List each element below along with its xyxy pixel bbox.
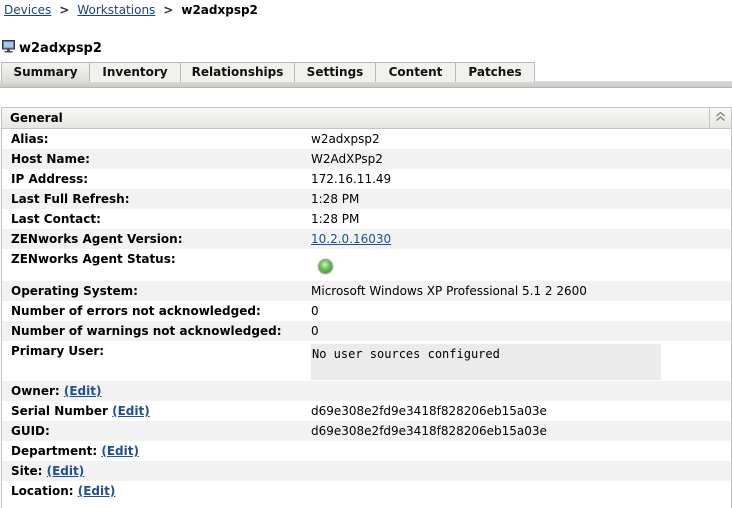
- primary-user-field: No user sources configured: [311, 344, 661, 380]
- row-last-contact: Last Contact: 1:28 PM: [2, 209, 731, 229]
- tab-patches[interactable]: Patches: [455, 62, 535, 82]
- tab-content[interactable]: Content: [375, 62, 456, 82]
- site-edit-link[interactable]: (Edit): [47, 464, 85, 478]
- agent-status-label: ZENworks Agent Status:: [11, 252, 176, 266]
- tab-relationships[interactable]: Relationships: [180, 62, 295, 82]
- agent-version-link[interactable]: 10.2.0.16030: [311, 229, 391, 249]
- tab-summary[interactable]: Summary: [1, 62, 90, 82]
- ip-address-label: IP Address:: [11, 172, 89, 186]
- row-warnings: Number of warnings not acknowledged: 0: [2, 321, 731, 341]
- department-label-text: Department:: [11, 444, 98, 458]
- warnings-label: Number of warnings not acknowledged:: [11, 324, 282, 338]
- workstation-icon: [2, 40, 15, 53]
- breadcrumb-workstations[interactable]: Workstations: [77, 3, 155, 17]
- row-alias: Alias: w2adxpsp2: [2, 129, 731, 149]
- page-title-text: w2adxpsp2: [19, 41, 102, 56]
- guid-label: GUID:: [11, 424, 50, 438]
- guid-value: d69e308e2fd9e3418f828206eb15a03e: [311, 424, 547, 438]
- last-contact-value: 1:28 PM: [311, 212, 360, 226]
- host-name-label: Host Name:: [11, 152, 90, 166]
- tab-settings[interactable]: Settings: [294, 62, 376, 82]
- general-panel-title: General: [10, 111, 63, 125]
- row-errors: Number of errors not acknowledged: 0: [2, 301, 731, 321]
- operating-system-value: Microsoft Windows XP Professional 5.1 2 …: [311, 284, 587, 298]
- breadcrumb-devices[interactable]: Devices: [4, 3, 51, 17]
- breadcrumb-separator: >: [163, 3, 174, 17]
- location-label-text: Location:: [11, 484, 74, 498]
- row-site: Site: (Edit): [2, 461, 731, 481]
- row-location: Location: (Edit): [2, 481, 731, 501]
- row-agent-status: ZENworks Agent Status:: [2, 249, 731, 281]
- alias-value: w2adxpsp2: [311, 132, 380, 146]
- owner-label: Owner: (Edit): [11, 381, 101, 401]
- row-ip-address: IP Address: 172.16.11.49: [2, 169, 731, 189]
- row-last-full-refresh: Last Full Refresh: 1:28 PM: [2, 189, 731, 209]
- breadcrumb-separator: >: [59, 3, 70, 17]
- double-chevron-up-icon: [715, 108, 726, 128]
- breadcrumb: Devices > Workstations > w2adxpsp2: [4, 2, 258, 18]
- warnings-value: 0: [311, 324, 319, 338]
- row-agent-version: ZENworks Agent Version: 10.2.0.16030: [2, 229, 731, 249]
- errors-value: 0: [311, 304, 319, 318]
- row-guid: GUID: d69e308e2fd9e3418f828206eb15a03e: [2, 421, 731, 441]
- serial-number-edit-link[interactable]: (Edit): [112, 404, 150, 418]
- serial-number-value: d69e308e2fd9e3418f828206eb15a03e: [311, 404, 547, 418]
- department-label: Department: (Edit): [11, 441, 139, 461]
- last-contact-label: Last Contact:: [11, 212, 101, 226]
- site-label: Site: (Edit): [11, 461, 84, 481]
- operating-system-label: Operating System:: [11, 284, 138, 298]
- row-primary-user: Primary User: No user sources configured: [2, 341, 731, 381]
- row-host-name: Host Name: W2AdXPsp2: [2, 149, 731, 169]
- tab-underline: [0, 81, 732, 88]
- ip-address-value: 172.16.11.49: [311, 172, 392, 186]
- errors-label: Number of errors not acknowledged:: [11, 304, 261, 318]
- last-full-refresh-value: 1:28 PM: [311, 192, 360, 206]
- host-name-value: W2AdXPsp2: [311, 152, 383, 166]
- owner-edit-link[interactable]: (Edit): [64, 384, 102, 398]
- serial-number-label-text: Serial Number: [11, 404, 108, 418]
- alias-label: Alias:: [11, 132, 49, 146]
- tab-bar: Summary Inventory Relationships Settings…: [0, 62, 732, 88]
- tab-inventory[interactable]: Inventory: [89, 62, 181, 82]
- collapse-button[interactable]: [709, 108, 731, 128]
- breadcrumb-current: w2adxpsp2: [181, 3, 258, 17]
- site-label-text: Site:: [11, 464, 43, 478]
- row-owner: Owner: (Edit): [2, 381, 731, 401]
- department-edit-link[interactable]: (Edit): [101, 444, 139, 458]
- row-serial-number: Serial Number (Edit) d69e308e2fd9e3418f8…: [2, 401, 731, 421]
- last-full-refresh-label: Last Full Refresh:: [11, 192, 130, 206]
- general-panel-header: General: [2, 108, 731, 129]
- location-label: Location: (Edit): [11, 481, 115, 501]
- row-operating-system: Operating System: Microsoft Windows XP P…: [2, 281, 731, 301]
- agent-version-label: ZENworks Agent Version:: [11, 232, 183, 246]
- status-ok-icon: [318, 259, 333, 274]
- primary-user-label: Primary User:: [11, 344, 105, 358]
- serial-number-label: Serial Number (Edit): [11, 401, 150, 421]
- page-title: w2adxpsp2: [2, 40, 102, 58]
- owner-label-text: Owner:: [11, 384, 60, 398]
- general-panel: General Alias: w2adxpsp2 Host Name: W2Ad…: [1, 107, 732, 508]
- location-edit-link[interactable]: (Edit): [78, 484, 116, 498]
- row-department: Department: (Edit): [2, 441, 731, 461]
